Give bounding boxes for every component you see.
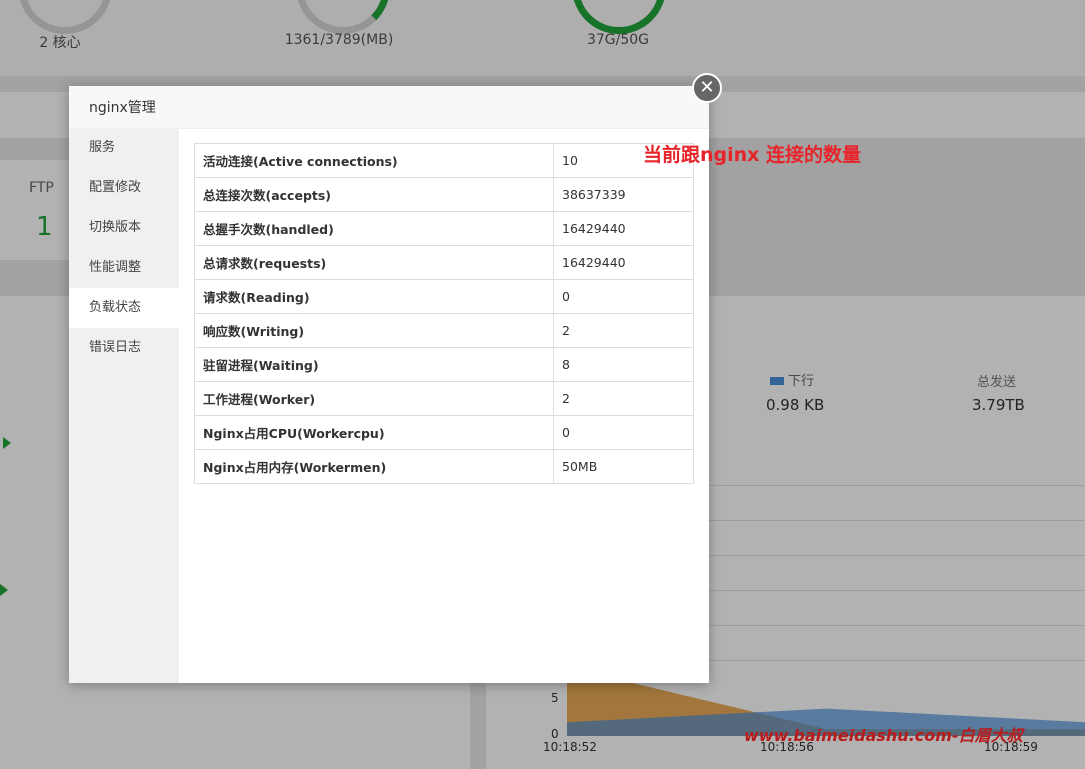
stat-key: Nginx占用CPU(Workercpu) xyxy=(194,415,554,450)
stat-key: 总连接次数(accepts) xyxy=(194,177,554,212)
stat-value: 16429440 xyxy=(553,211,694,246)
sidebar-item-load-status[interactable]: 负载状态 xyxy=(69,288,179,328)
stat-key: 请求数(Reading) xyxy=(194,279,554,314)
table-row: Nginx占用内存(Workermen) 50MB xyxy=(194,449,694,484)
sidebar-item-performance[interactable]: 性能调整 xyxy=(69,248,179,288)
sidebar-item-service[interactable]: 服务 xyxy=(69,128,179,168)
close-icon: ✕ xyxy=(699,77,715,98)
stat-value: 0 xyxy=(553,415,694,450)
stat-value: 16429440 xyxy=(553,245,694,280)
table-row: 活动连接(Active connections) 10 xyxy=(194,143,694,178)
table-row: Nginx占用CPU(Workercpu) 0 xyxy=(194,415,694,450)
dialog-sidebar: 服务 配置修改 切换版本 性能调整 负载状态 错误日志 xyxy=(69,128,179,683)
nginx-manager-dialog: nginx管理 服务 配置修改 切换版本 性能调整 负载状态 错误日志 活动连接… xyxy=(69,86,709,683)
load-status-content: 活动连接(Active connections) 10 总连接次数(accepts… xyxy=(194,143,694,484)
table-row: 总握手次数(handled) 16429440 xyxy=(194,211,694,246)
sidebar-item-version[interactable]: 切换版本 xyxy=(69,208,179,248)
load-status-table: 活动连接(Active connections) 10 总连接次数(accepts… xyxy=(194,143,694,484)
stat-value: 8 xyxy=(553,347,694,382)
sidebar-item-error-log[interactable]: 错误日志 xyxy=(69,328,179,368)
stat-value: 2 xyxy=(553,381,694,416)
close-button[interactable]: ✕ xyxy=(692,73,722,103)
sidebar-item-config[interactable]: 配置修改 xyxy=(69,168,179,208)
stat-key: 活动连接(Active connections) xyxy=(194,143,554,178)
stat-key: 总请求数(requests) xyxy=(194,245,554,280)
stat-value: 50MB xyxy=(553,449,694,484)
stat-key: 驻留进程(Waiting) xyxy=(194,347,554,382)
table-row: 总请求数(requests) 16429440 xyxy=(194,245,694,280)
dialog-header: nginx管理 xyxy=(69,86,709,129)
annotation-label: 当前跟nginx 连接的数量 xyxy=(643,144,862,166)
stat-value: 2 xyxy=(553,313,694,348)
table-row: 请求数(Reading) 0 xyxy=(194,279,694,314)
stat-key: Nginx占用内存(Workermen) xyxy=(194,449,554,484)
table-row: 驻留进程(Waiting) 8 xyxy=(194,347,694,382)
table-row: 总连接次数(accepts) 38637339 xyxy=(194,177,694,212)
watermark: www.baimeidashu.com-白眉大叔 xyxy=(744,726,1023,745)
stat-key: 工作进程(Worker) xyxy=(194,381,554,416)
stat-value: 38637339 xyxy=(553,177,694,212)
dialog-title: nginx管理 xyxy=(89,100,156,116)
stat-key: 总握手次数(handled) xyxy=(194,211,554,246)
stat-key: 响应数(Writing) xyxy=(194,313,554,348)
table-row: 响应数(Writing) 2 xyxy=(194,313,694,348)
stat-value: 0 xyxy=(553,279,694,314)
table-row: 工作进程(Worker) 2 xyxy=(194,381,694,416)
